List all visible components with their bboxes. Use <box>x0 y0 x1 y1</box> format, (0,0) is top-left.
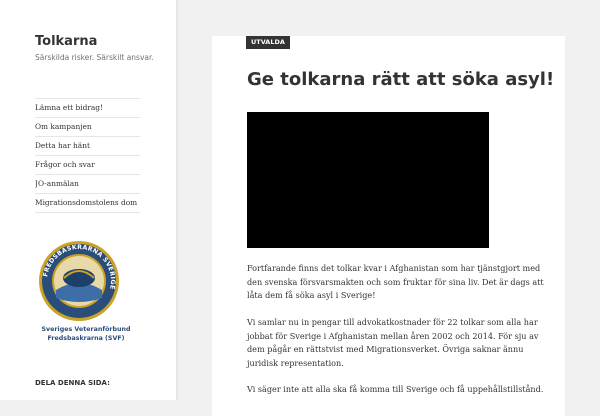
nav-item-migrationsdomstolens-dom[interactable]: Migrationsdomstolens dom <box>35 193 140 213</box>
nav-item-jo-anmalan[interactable]: JO-anmälan <box>35 174 140 193</box>
embedded-video[interactable] <box>247 112 489 248</box>
main-navigation: Lämna ett bidrag! Om kampanjen Detta har… <box>35 98 140 213</box>
sidebar-divider <box>176 0 179 400</box>
nav-item-detta-har-hant[interactable]: Detta har hänt <box>35 136 140 155</box>
badge-emblem: FREDSBASKRARNA SVERIGE <box>39 241 119 321</box>
veteran-badge-logo[interactable]: FREDSBASKRARNA SVERIGE <box>38 240 120 322</box>
sidebar: Tolkarna Särskilda risker. Särskilt ansv… <box>0 0 176 400</box>
share-heading: DELA DENNA SIDA: <box>35 379 110 387</box>
site-title[interactable]: Tolkarna <box>35 34 97 49</box>
nav-item-fragor-och-svar[interactable]: Frågor och svar <box>35 155 140 174</box>
article-paragraph: Vi säger inte att alla ska få komma till… <box>247 384 544 394</box>
featured-tag[interactable]: UTVALDA <box>246 36 290 49</box>
badge-caption-line1: Sveriges Veteranförbund <box>41 326 131 333</box>
site-description: Särskilda risker. Särskilt ansvar. <box>35 53 154 62</box>
featured-article: UTVALDA Ge tolkarna rätt att söka asyl! … <box>212 36 565 416</box>
article-paragraph: Vi samlar nu in pengar till advokatkostn… <box>247 317 539 368</box>
article-title[interactable]: Ge tolkarna rätt att söka asyl! <box>247 69 554 90</box>
nav-item-lamna-ett-bidrag[interactable]: Lämna ett bidrag! <box>35 98 140 117</box>
badge-caption-line2: Fredsbaskrarna (SVF) <box>47 335 125 342</box>
article-paragraph: Fortfarande finns det tolkar kvar i Afgh… <box>247 263 544 300</box>
nav-item-om-kampanjen[interactable]: Om kampanjen <box>35 117 140 136</box>
